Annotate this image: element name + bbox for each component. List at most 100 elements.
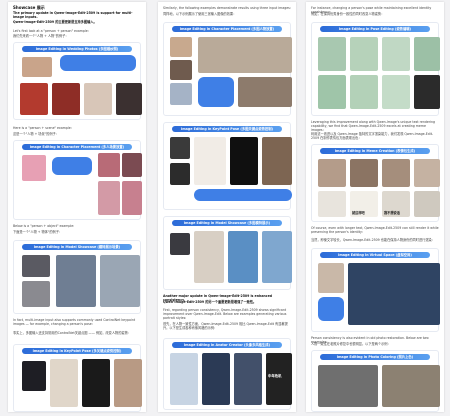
section-pill: Image Editing in KeyPoint Pose (多图关键点姿势控… — [172, 126, 282, 132]
meme-photo — [382, 159, 410, 187]
section-pill: Image Editing in Model Showcase (模特展示场景) — [22, 244, 132, 250]
result-photo — [234, 353, 262, 405]
body-text: Leveraging this improvement along with Q… — [311, 120, 436, 133]
sub-text-zh: 我们先来看一个"人物 + 人物"的例子： — [13, 34, 69, 38]
input-photo — [318, 263, 344, 293]
intro-text-zh: 同样地，以下示例展示了使用三张输入图像的效果： — [163, 12, 237, 16]
section-pill: Image Editing in Character Placement (多人… — [22, 144, 132, 150]
section-pill: Image Editing in Pose Editing (姿势编辑) — [320, 26, 430, 32]
result-photo — [84, 83, 112, 115]
meme-photo — [350, 159, 378, 187]
result-photo — [350, 75, 378, 109]
section-pill: Image Editing in Model Showcase (多图模特展示) — [172, 220, 282, 226]
stage-text: 中年危机 — [268, 374, 282, 378]
result-photo — [50, 359, 78, 407]
placement-panel: Image Editing in Character Placement (多人… — [13, 140, 142, 220]
keypoint-photo — [22, 361, 46, 391]
input-photo — [22, 57, 52, 77]
sub-text: Below is a "person + object" example: — [13, 224, 75, 228]
result-photo — [100, 255, 140, 307]
body-text: First, regarding person consistency, Qwe… — [163, 308, 287, 321]
result-photo — [228, 231, 258, 283]
intro-text: Similarly, the following examples demons… — [163, 6, 291, 10]
input-photo — [318, 37, 346, 71]
section-pill: Image Editing in Meme Creation (表情包生成) — [320, 148, 430, 154]
input-photo — [170, 37, 192, 57]
meme-photo: 我不想说话 — [382, 191, 410, 217]
intro-text: The primary update in Qwen-Image-Edit-25… — [13, 11, 133, 20]
input-photo — [318, 159, 346, 187]
section-pill: Image Editing in Avatar Creator (头像多风格生成… — [172, 342, 282, 348]
result-photo — [238, 77, 292, 107]
input-photo — [22, 155, 46, 181]
result-photo — [98, 181, 120, 215]
character-panel: Image Editing in Character Placement (多图… — [163, 22, 292, 116]
result-photo — [202, 353, 230, 405]
sub-text-zh: 下面是一个"人物 + 物体"的例子： — [13, 230, 63, 234]
input-photo — [22, 281, 50, 307]
input-photo — [170, 83, 192, 105]
wedding-panel: Image Editing in Wedding Photos (多图婚纱照) — [13, 42, 142, 120]
result-photo — [98, 153, 120, 177]
intro-text-zh: Qwen-Image-Edit-2509 的主要更新是支持多图输入。 — [13, 20, 97, 24]
meme-photo — [414, 159, 440, 187]
body-text: In fact, multi-image input also supports… — [13, 318, 136, 327]
result-photo — [194, 231, 224, 283]
result-photo — [114, 359, 142, 407]
prompt-bubble — [52, 157, 92, 175]
body-text-zh: 人物一致性在老照片修复中也很明显。以下是两个示例： — [311, 342, 391, 346]
sub-text: Here is a "person + scene" example: — [13, 126, 72, 130]
result-photo — [262, 137, 292, 185]
doc-column-3: For instance, changing a person's pose w… — [306, 2, 444, 412]
input-photo — [22, 255, 50, 277]
result-photo — [382, 37, 410, 71]
input-photo — [318, 191, 346, 217]
input-photo — [170, 60, 192, 80]
sub-text-zh: 这是一个"人物 + 场景"的例子： — [13, 132, 59, 136]
section-pill: Image Editing in KeyPoint Pose (多关键点姿势控制… — [22, 348, 132, 354]
avatar-panel: Image Editing in Avatar Creator (头像多风格生成… — [163, 338, 292, 410]
doc-column-2: Similarly, the following examples demons… — [158, 2, 296, 412]
body-text-zh: 当然，即使文字较长，Qwen-Image-Edit-2509 也能在保持人物身份… — [311, 238, 435, 242]
meme-caption: 就这样吧 — [352, 211, 365, 215]
pose-panel: Image Editing in Pose Editing (姿势编辑) — [311, 22, 440, 116]
body-text-zh: 事实上，多图输入还支持常用的ControlNet关键点图 —— 例如，改变人物的… — [13, 331, 131, 335]
result-photo — [414, 75, 440, 109]
body-text-zh: 首先，在人物一致性方面，Qwen-Image-Edit-2509 相比 Qwen… — [163, 322, 288, 331]
keypoint-photo — [82, 359, 110, 407]
result-photo — [52, 83, 80, 115]
input-photo — [170, 137, 190, 159]
virtual-panel: Image Editing in Virtual Space (虚拟空间) — [311, 248, 440, 332]
keypoint-photo — [230, 137, 258, 185]
result-photo — [348, 263, 440, 325]
body-text-zh: Qwen-Image-Edit-2509 的另一个重要更新是增强了一致性。 — [163, 300, 257, 304]
result-photo — [198, 37, 292, 73]
intro-text-zh: 例如，在保持优秀身份一致性的同时改变人物姿势： — [311, 12, 385, 16]
keypoint-panel: Image Editing in KeyPoint Pose (多关键点姿势控制… — [13, 344, 142, 412]
meme-photo — [414, 191, 440, 217]
coloring-panel: Image Editing in Photo Coloring (照片上色) — [311, 350, 440, 412]
prompt-bubble — [194, 189, 292, 201]
meme-photo: 就这样吧 — [350, 191, 378, 217]
sub-text: Let's first look at a "person + person" … — [13, 29, 89, 33]
meme-panel: Image Editing in Meme Creation (表情包生成) 就… — [311, 144, 440, 222]
body-text: Of course, even with longer text, Qwen-I… — [311, 226, 439, 235]
old-photo — [318, 365, 378, 407]
prompt-bubble — [60, 55, 136, 71]
input-photo — [170, 353, 198, 405]
prompt-bubble — [198, 77, 234, 107]
result-photo — [382, 75, 410, 109]
result-photo — [20, 83, 48, 115]
result-photo — [318, 75, 346, 109]
meme-caption: 我不想说话 — [384, 211, 400, 215]
result-photo — [350, 37, 378, 71]
body-text-zh: 利用这一改进以及 Qwen-Image 独特的文字渲染能力，我们发现 Qwen-… — [311, 132, 434, 141]
dress-photo — [194, 137, 226, 185]
input-photo — [170, 163, 190, 185]
section-pill: Image Editing in Wedding Photos (多图婚纱照) — [22, 46, 132, 52]
result-photo: 中年危机 — [266, 353, 292, 405]
result-photo — [56, 255, 96, 307]
showcase-panel: Image Editing in Model Showcase (多图模特展示) — [163, 216, 292, 290]
result-photo — [116, 83, 142, 115]
result-photo — [122, 181, 142, 215]
